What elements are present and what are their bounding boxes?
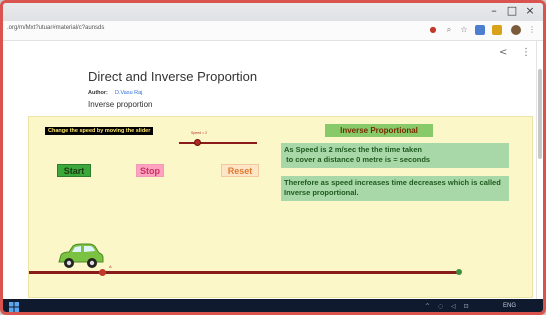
extension-icon[interactable]: ● bbox=[428, 25, 438, 35]
taskbar: ^ ◌ ◁ ⊡ ENG bbox=[3, 299, 543, 312]
windows-start-icon[interactable] bbox=[9, 302, 19, 312]
extension-blue-icon[interactable] bbox=[475, 25, 485, 35]
system-tray[interactable]: ^ ◌ ◁ ⊡ bbox=[425, 303, 472, 310]
share-icon[interactable]: < bbox=[499, 47, 507, 58]
divider bbox=[536, 41, 537, 299]
menu-icon[interactable]: ⋮ bbox=[527, 25, 537, 35]
more-icon[interactable]: ⋮ bbox=[521, 47, 531, 58]
speed-info-text: As Speed is 2 m/sec the the time taken t… bbox=[281, 143, 509, 168]
speed-slider-track[interactable] bbox=[179, 142, 257, 144]
point-label: A bbox=[109, 264, 112, 269]
track-end-point[interactable] bbox=[456, 269, 462, 275]
geogebra-applet: Change the speed by moving the slider Sp… bbox=[28, 116, 533, 298]
inverse-heading: Inverse Proportional bbox=[325, 124, 433, 137]
tray-language[interactable]: ENG bbox=[503, 303, 516, 309]
stop-button[interactable]: Stop bbox=[136, 164, 164, 177]
title-bar: – □ × bbox=[3, 3, 543, 21]
page-subtitle: Inverse proportion bbox=[88, 100, 153, 109]
page-content: < ⋮ Direct and Inverse Proportion Author… bbox=[3, 41, 543, 299]
avatar[interactable] bbox=[511, 25, 521, 35]
car-icon bbox=[58, 243, 104, 268]
extension-orange-icon[interactable] bbox=[492, 25, 502, 35]
maximize-button[interactable]: □ bbox=[503, 4, 521, 17]
author-label: Author: bbox=[88, 90, 108, 96]
close-button[interactable]: × bbox=[521, 4, 539, 17]
address-bar[interactable]: .org/m/Mxt?utuar#material/c?aunsds ● ⌕ ☆… bbox=[3, 21, 543, 41]
star-icon[interactable]: ☆ bbox=[459, 25, 469, 35]
page-title: Direct and Inverse Proportion bbox=[88, 69, 258, 84]
search-icon[interactable]: ⌕ bbox=[444, 25, 454, 35]
url-text[interactable]: .org/m/Mxt?utuar#material/c?aunsds bbox=[7, 25, 104, 31]
conclusion-text: Therefore as speed increases time decrea… bbox=[281, 176, 509, 201]
slider-label: Speed = 2 bbox=[191, 131, 208, 135]
reset-button[interactable]: Reset bbox=[221, 164, 259, 177]
author-link[interactable]: D.Vasu Raj bbox=[115, 90, 142, 96]
browser-window: – □ × .org/m/Mxt?utuar#material/c?aunsds… bbox=[0, 0, 546, 315]
minimize-button[interactable]: – bbox=[485, 4, 503, 17]
speed-slider-handle[interactable] bbox=[194, 139, 201, 146]
start-button[interactable]: Start bbox=[57, 164, 91, 177]
slider-hint: Change the speed by moving the slider bbox=[45, 127, 154, 135]
scrollbar[interactable] bbox=[538, 69, 542, 159]
